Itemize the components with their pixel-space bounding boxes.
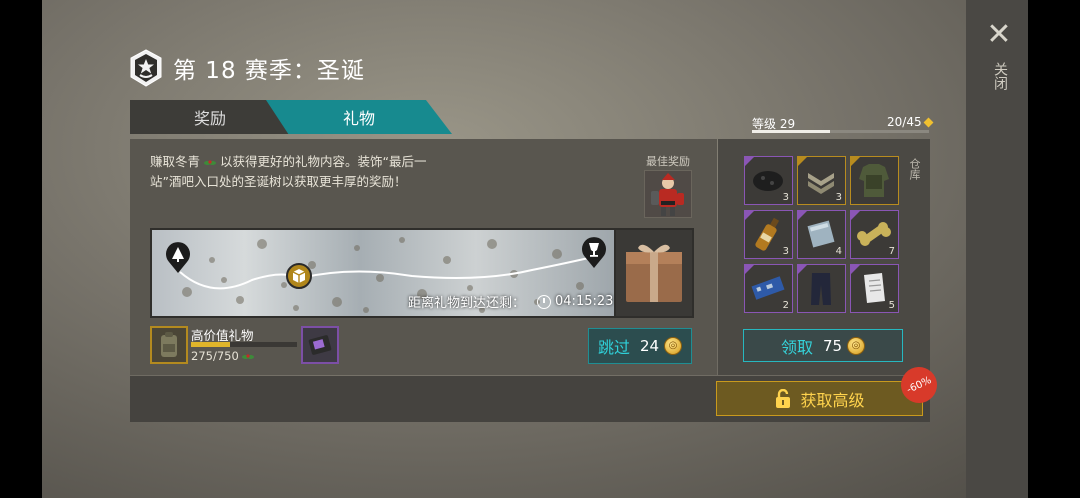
rarity-corner — [851, 265, 860, 274]
clock-icon — [537, 294, 552, 309]
package-pin-icon — [286, 263, 312, 289]
premium-label: 获取高级 — [800, 390, 865, 410]
gift-description: 赚取冬青 以获得更好的礼物内容。装饰“最后一站”酒吧入口处的圣诞树以获取更丰厚的… — [150, 152, 440, 192]
unlock-icon — [776, 388, 791, 408]
slot-quantity: 7 — [888, 246, 895, 257]
level-progress — [752, 130, 929, 133]
skip-cost: 24 — [639, 337, 660, 355]
holly-icon — [242, 353, 255, 359]
backpack-icon — [161, 332, 177, 357]
storage-slot[interactable]: 2 — [744, 264, 793, 313]
tab-gifts-label: 礼物 — [342, 109, 375, 128]
high-value-progress — [191, 342, 297, 347]
storage-slot[interactable]: 3 — [744, 210, 793, 259]
season-header: 第 18 赛季：圣诞 — [129, 48, 365, 88]
storage-slot[interactable]: 3 — [744, 156, 793, 205]
rarity-corner — [798, 211, 807, 220]
rarity-corner — [851, 211, 860, 220]
gift-box-icon — [626, 244, 682, 302]
countdown: 距离礼物到达还剩： 04:15:23 — [408, 292, 613, 311]
rarity-corner — [745, 157, 754, 166]
skip-button[interactable]: 跳过 24 ◎ — [588, 328, 692, 364]
skip-label: 跳过 — [597, 338, 630, 357]
slot-quantity: 2 — [782, 300, 789, 311]
storage-slot[interactable]: 7 — [850, 210, 899, 259]
description-part1: 赚取冬青 — [150, 154, 201, 169]
storage-slot[interactable]: 4 — [797, 210, 846, 259]
right-letterbox — [1028, 0, 1080, 498]
slot-quantity: 3 — [782, 246, 789, 257]
coin-icon: ◎ — [847, 336, 866, 355]
storage-label: 仓库 — [908, 158, 921, 180]
storage-slot[interactable] — [797, 264, 846, 313]
santa-character-icon — [651, 173, 684, 216]
best-reward-label: 最佳奖励 — [646, 155, 690, 168]
high-value-progress-fill — [191, 342, 230, 347]
claim-cost: 75 — [822, 336, 843, 355]
slot-quantity: 3 — [835, 192, 842, 203]
countdown-label: 距离礼物到达还剩： — [408, 296, 526, 311]
countdown-time: 04:15:23 — [555, 294, 614, 309]
storage-slot[interactable]: 5 — [850, 264, 899, 313]
slot-quantity: 3 — [782, 192, 789, 203]
tree-pin-icon — [166, 242, 190, 273]
bar-glass-pin-icon — [582, 237, 606, 268]
season-star-shield-icon — [130, 49, 162, 87]
high-value-gift-icon[interactable] — [150, 326, 188, 364]
tab-gifts[interactable]: 礼物 — [266, 100, 452, 134]
rarity-corner — [851, 157, 860, 166]
coin-icon: ◎ — [664, 337, 683, 355]
page-title: 第 18 赛季：圣诞 — [173, 58, 365, 84]
slot-quantity: 4 — [835, 246, 842, 257]
next-gift-item[interactable] — [301, 326, 339, 364]
holly-icon — [204, 159, 216, 165]
left-letterbox — [0, 0, 42, 498]
rarity-corner — [798, 157, 807, 166]
rarity-corner — [745, 265, 754, 274]
get-premium-button[interactable]: 获取高级 — [716, 381, 923, 416]
storage-slot[interactable] — [850, 156, 899, 205]
close-icon[interactable]: ✕ — [984, 20, 1014, 50]
best-reward-item[interactable] — [644, 170, 692, 218]
slot-quantity: 5 — [888, 300, 895, 311]
high-value-count-text: 275/750 — [191, 349, 239, 363]
level-count: 20/45 — [887, 115, 934, 129]
tab-rewards-label: 奖励 — [193, 109, 226, 128]
gift-box-preview[interactable] — [614, 228, 694, 318]
level-progress-fill — [752, 130, 830, 133]
claim-label: 领取 — [780, 337, 813, 357]
high-value-count: 275/750 — [191, 349, 255, 363]
claim-button[interactable]: 领取 75 ◎ — [743, 329, 903, 362]
diamond-icon — [923, 117, 934, 128]
rarity-corner — [745, 211, 754, 220]
storage-slot[interactable]: 3 — [797, 156, 846, 205]
level-count-text: 20/45 — [887, 115, 922, 129]
close-label[interactable]: 关闭 — [988, 62, 1010, 90]
photo-card-icon — [308, 335, 332, 355]
rarity-corner — [798, 265, 807, 274]
tab-rewards[interactable]: 奖励 — [130, 100, 290, 134]
